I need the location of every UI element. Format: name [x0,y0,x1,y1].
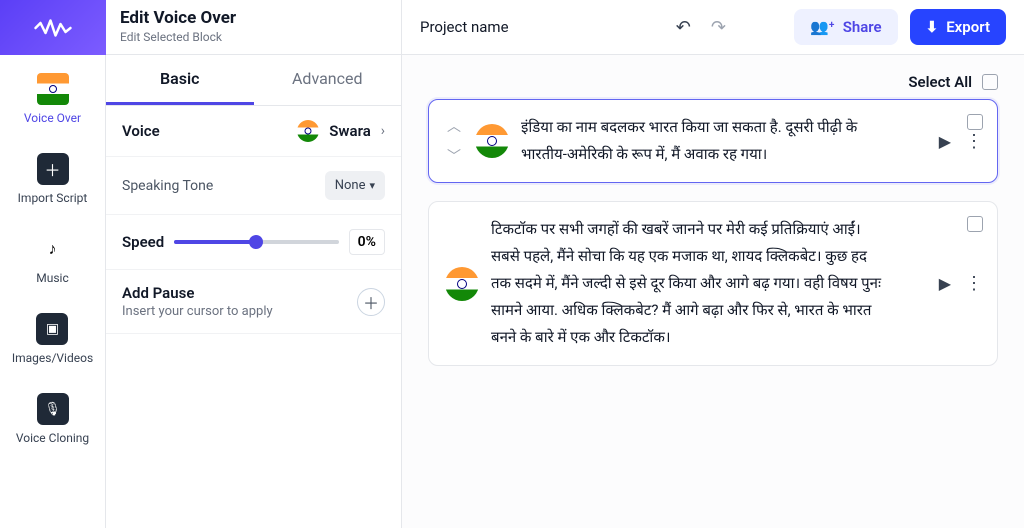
export-button[interactable]: ⬇ Export [910,9,1006,45]
sidebar-item-label: Voice Over [24,111,81,125]
sound-wave-icon [33,16,73,40]
undo-button[interactable]: ↶ [672,13,695,42]
sidebar-item-images-videos[interactable]: ▣ Images/Videos [12,313,93,365]
sidebar-item-voice-cloning[interactable]: 🎙 Voice Cloning [16,393,89,445]
redo-button[interactable]: ↷ [707,13,730,42]
share-icon: 👥⁺ [810,18,835,36]
chevron-down-icon: ▾ [369,179,375,192]
speed-slider[interactable] [174,240,338,244]
voice-row[interactable]: Voice Swara › [106,106,401,157]
speed-label: Speed [122,233,164,251]
chevron-right-icon: › [381,123,385,139]
tone-row: Speaking Tone None ▾ [106,157,401,215]
main-area: Project name ↶ ↷ 👥⁺ Share ⬇ Export Selec… [402,0,1024,528]
block-text[interactable]: टिकटॉक पर सभी जगहों की खबरें जानने पर मे… [491,216,927,351]
tab-basic[interactable]: Basic [106,55,254,105]
play-button[interactable]: ▶ [939,132,951,151]
voice-select[interactable]: Swara › [297,120,385,142]
sidebar-item-label: Import Script [18,191,88,205]
panel-header: Edit Voice Over Edit Selected Block [106,0,401,55]
sidebar-item-voiceover[interactable]: Voice Over [24,73,81,125]
panel-subtitle: Edit Selected Block [120,30,387,44]
speed-value: 0% [349,229,385,255]
block-text[interactable]: इंडिया का नाम बदलकर भारत किया जा सकता है… [521,114,927,168]
select-all-row: Select All [402,55,1024,99]
tab-advanced[interactable]: Advanced [254,55,402,105]
sidebar-item-import-script[interactable]: ＋ Import Script [18,153,88,205]
voice-label: Voice [122,122,160,140]
script-block[interactable]: ︿ ﹀ इंडिया का नाम बदलकर भारत किया जा सकत… [428,99,998,183]
panel-title: Edit Voice Over [120,8,387,28]
plus-icon: ＋ [37,153,69,185]
blocks-list: ︿ ﹀ इंडिया का नाम बदलकर भारत किया जा सकत… [402,99,1024,386]
speed-row: Speed 0% [106,215,401,270]
music-note-icon: ♪ [36,233,68,265]
download-icon: ⬇ [926,18,939,36]
pause-sub: Insert your cursor to apply [122,304,273,319]
export-label: Export [946,18,990,36]
sidebar-item-label: Voice Cloning [16,431,89,445]
select-all-checkbox[interactable] [982,74,998,90]
tone-select[interactable]: None ▾ [325,171,385,200]
block-checkbox[interactable] [967,114,983,130]
pause-title: Add Pause [122,284,273,302]
more-menu-icon[interactable]: ⋮ [965,131,981,152]
sidebar-item-music[interactable]: ♪ Music [36,233,68,285]
edit-panel: Edit Voice Over Edit Selected Block Basi… [106,0,402,528]
add-pause-button[interactable]: ＋ [357,288,385,316]
share-button[interactable]: 👥⁺ Share [794,9,898,45]
sidebar-item-label: Music [36,271,68,285]
slider-thumb[interactable] [249,235,263,249]
gallery-icon: ▣ [36,313,68,345]
script-block[interactable]: टिकटॉक पर सभी जगहों की खबरें जानने पर मे… [428,201,998,366]
select-all-label: Select All [908,73,972,91]
sidebar-item-label: Images/Videos [12,351,93,365]
india-flag-icon [37,73,69,105]
play-button[interactable]: ▶ [939,274,951,293]
voice-name: Swara [329,122,371,140]
mic-icon: 🎙 [37,393,69,425]
block-checkbox[interactable] [967,216,983,232]
move-up-icon[interactable]: ︿ [445,114,463,138]
app-logo[interactable] [0,0,106,55]
pause-row: Add Pause Insert your cursor to apply ＋ [106,270,401,334]
more-menu-icon[interactable]: ⋮ [965,273,981,294]
panel-tabs: Basic Advanced [106,55,401,106]
topbar: Project name ↶ ↷ 👥⁺ Share ⬇ Export [402,0,1024,55]
share-label: Share [843,18,882,36]
left-rail: Voice Over ＋ Import Script ♪ Music ▣ Ima… [0,0,106,528]
india-flag-icon [297,120,319,142]
move-down-icon[interactable]: ﹀ [445,144,463,168]
project-name[interactable]: Project name [420,18,509,36]
india-flag-icon [475,124,509,158]
tone-value: None [335,178,366,193]
tone-label: Speaking Tone [122,178,213,194]
india-flag-icon [445,267,479,301]
